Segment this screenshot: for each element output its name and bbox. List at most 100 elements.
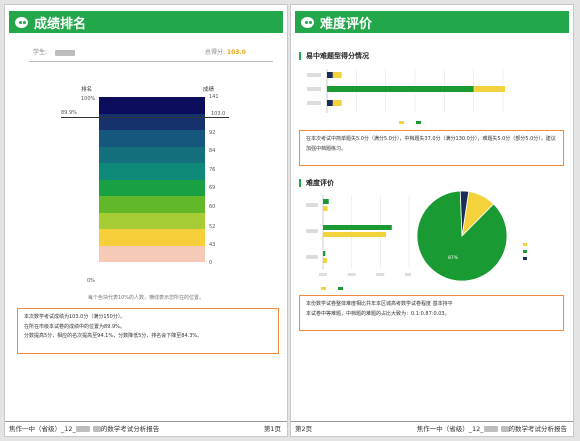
legend-item [321,285,328,290]
student-field: 学生: [33,47,75,56]
footer-divider [5,421,287,422]
difficulty-ratio-pie: 87% [416,190,508,282]
summary-box: 本次数学考试成绩为103.0分（满分150分）。 在所在市级本试卷的成绩中的位置… [17,308,279,354]
bar [473,86,505,92]
redacted-name [75,426,90,432]
footer-page-number: 第1页 [263,425,281,433]
total-score-label: 总得分: [205,49,226,56]
student-label: 学生: [33,49,48,56]
bar [323,206,328,211]
score-tick: 43 [209,242,216,248]
legend-item [399,119,406,124]
legend-swatch-icon [523,256,527,260]
wechat-icon [15,16,28,28]
subsection-title: 难度评价 [299,179,334,187]
footer-title: 焦作一中（省级）_12_ 的数学考试分析报告 [416,425,567,433]
bar [323,251,326,256]
score-tick: 0 [209,260,213,266]
rank-band [99,229,205,246]
legend-swatch-icon [338,286,343,290]
tick-label-placeholder [405,273,411,276]
score-tick: 103.0 [211,110,226,117]
bar [327,72,333,78]
chart-note: 每个色块代表10%的人数，横线表示您所在的位置。 [87,295,205,301]
chart-legend [321,285,345,290]
report-page-2: 难度评价 易中难题型得分情况 在本次考试中简单题失5.0分（满分5.0分），中档… [290,4,574,437]
summary-line: 分数提高5分，相应的名次提高至94.1%，分数降低5分，排名会下降至84.3%。 [24,333,203,339]
legend-item [523,240,530,247]
summary-line: 在本次考试中简单题失5.0分（满分5.0分），中档题失37.0分（满分130.0… [306,136,556,152]
rank-band [99,163,205,180]
total-score-field: 总得分: 103.0 [205,47,246,56]
legend-item [523,247,530,254]
section-title: 成绩排名 [34,16,87,32]
bar [323,232,387,237]
category-label-placeholder [307,87,321,91]
rank-tick-position: 89.9% [61,110,77,116]
section-header: 成绩排名 [9,11,283,33]
bar [327,100,333,106]
category-label-placeholder [307,73,321,77]
rank-tick-bottom: 0% [87,278,95,284]
rank-band [99,245,205,262]
bar [323,225,392,230]
score-tick: 84 [209,148,216,154]
total-score-value: 103.0 [226,49,246,56]
score-tick: 60 [209,204,216,210]
chart-legend [399,119,423,124]
legend-item [523,254,530,261]
position-marker-line [61,117,229,118]
score-tick: 52 [209,224,216,230]
section2-summary-box: 本份数学试卷整体难度相比共年本区城高考数学试卷程度 基本持平 本试卷中等难题，中… [299,295,564,331]
tick-label-placeholder [376,273,385,276]
score-tick: 76 [209,167,216,173]
subsection-title: 易中难题型得分情况 [299,52,369,60]
report-page-1: 成绩排名 学生: 总得分: 103.0 排名 成绩 141 103.0 92 84 76… [4,4,288,437]
score-tick: 69 [209,185,216,191]
footer-page-number: 第2页 [295,425,313,433]
pie-slice-label: 87% [448,255,459,261]
difficulty-compare-chart [306,195,411,276]
category-label-placeholder [306,229,318,233]
section-header: 难度评价 [295,11,569,33]
section1-summary-box: 在本次考试中简单题失5.0分（满分5.0分），中档题失37.0分（满分130.0… [299,130,564,166]
section-title: 难度评价 [320,16,373,32]
legend-swatch-icon [321,286,326,290]
rank-band [99,130,205,147]
summary-line: 本次数学考试成绩为103.0分（满分150分）。 [24,314,126,320]
category-label-placeholder [307,101,321,105]
rank-band [99,146,205,163]
category-label-placeholder [306,203,318,207]
bar [327,86,474,92]
bar [332,72,342,78]
difficulty-score-chart [307,69,505,113]
rank-band [99,196,205,213]
summary-line: 在所在市级本试卷的成绩中的位置为89.9%。 [24,323,125,330]
footer-title: 焦作一中（省级）_12_ 的数学考试分析报告 [9,425,160,433]
footer-divider [291,421,573,422]
wechat-icon [301,16,314,28]
legend-item [338,285,345,290]
legend-swatch-icon [523,242,527,246]
bar [323,199,329,204]
legend-item [416,119,423,124]
rank-band [99,212,205,229]
redacted-name [92,426,101,432]
score-axis-label: 成绩 [203,87,215,93]
legend-swatch-icon [399,120,404,124]
bar [332,100,342,106]
redacted-name [483,426,498,432]
legend-swatch-icon [523,249,527,253]
rank-band [99,97,205,114]
tick-label-placeholder [319,273,327,276]
redacted-name [54,49,75,56]
redacted-name [500,426,509,432]
score-tick: 92 [209,130,216,136]
pie-legend [523,240,530,261]
legend-swatch-icon [416,120,421,124]
tick-label-placeholder [347,273,356,276]
rank-axis-label: 排名 [81,87,93,93]
category-label-placeholder [306,255,318,259]
rank-band [99,179,205,196]
summary-line: 本份数学试卷整体难度相比共年本区城高考数学试卷程度 基本持平 [306,301,453,307]
